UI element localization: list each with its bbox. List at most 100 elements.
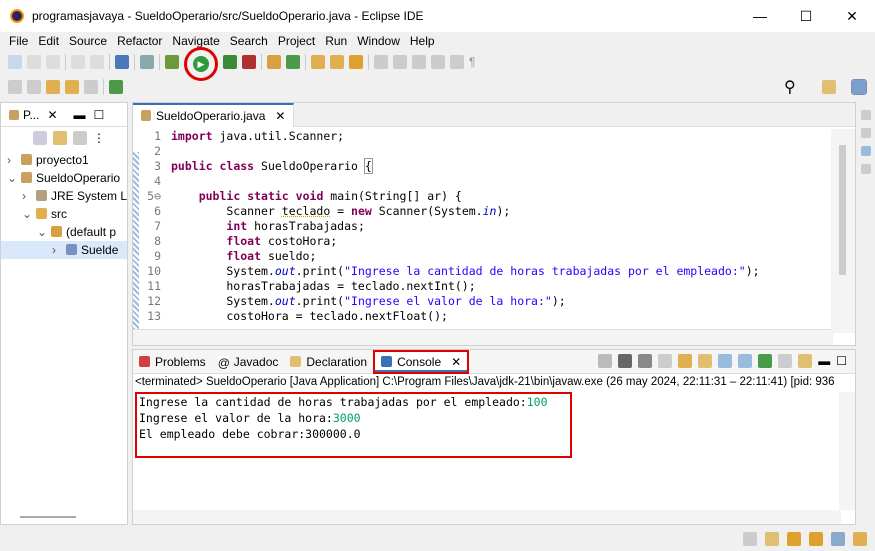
console-icon [381,356,393,367]
skip-breakpoints-icon[interactable] [140,55,154,69]
tree-item[interactable]: ⌄ src [1,205,127,223]
view-menu-icon[interactable]: ⋮ [93,131,105,145]
tree-item[interactable]: ⌄ SueldoOperario [1,169,127,187]
close-tab-icon[interactable]: ✕ [47,108,57,122]
expand-arrow-icon[interactable]: ⌄ [22,205,32,223]
bookmark-icon[interactable] [765,532,779,546]
prev-annotation-icon[interactable] [27,80,41,94]
menu-project[interactable]: Project [273,32,320,50]
expand-arrow-icon[interactable]: › [7,151,17,169]
scroll-lock-icon[interactable] [678,354,693,368]
console-horizontal-scrollbar[interactable] [133,510,841,524]
undo-icon[interactable] [71,55,85,69]
java-perspective-icon[interactable] [851,79,867,95]
menu-source[interactable]: Source [64,32,112,50]
search-icon[interactable]: ⚲ [784,77,796,97]
line-number: 12 [147,294,161,308]
marketplace-icon[interactable] [853,532,867,546]
menu-refactor[interactable]: Refactor [112,32,167,50]
menu-run[interactable]: Run [320,32,352,50]
tab-declaration[interactable]: Declaration [284,350,373,374]
tips-icon[interactable] [787,532,801,546]
tree-item[interactable]: › JRE System L [1,187,127,205]
tree-item[interactable]: › proyecto1 [1,151,127,169]
whitespace-icon[interactable]: ¶ [469,55,475,69]
expand-arrow-icon[interactable]: › [52,241,62,259]
tab-javadoc[interactable]: @ Javadoc [212,350,285,374]
maximize-icon[interactable]: ☐ [94,108,105,122]
terminate-icon[interactable] [598,354,613,368]
back-icon[interactable] [65,80,79,94]
console-vertical-scrollbar[interactable] [839,392,855,510]
word-wrap-icon[interactable] [450,55,464,69]
menu-help[interactable]: Help [405,32,440,50]
expand-arrow-icon[interactable]: ⌄ [7,169,17,187]
restore-icon[interactable] [861,110,871,120]
block-selection-icon[interactable] [431,55,445,69]
new-java-project-icon[interactable] [267,55,281,69]
minimize-icon[interactable]: ▬ [818,354,830,368]
task-list-icon[interactable] [861,146,871,156]
restore2-icon[interactable] [861,164,871,174]
console-view-icon[interactable] [115,55,129,69]
save-icon[interactable] [27,55,41,69]
open-task-icon[interactable] [330,55,344,69]
toggle-icon[interactable] [412,55,426,69]
expand-arrow-icon[interactable]: ⌄ [37,223,47,241]
show-stdout-icon[interactable] [718,354,733,368]
coverage-icon[interactable] [223,55,237,69]
collapse-all-icon[interactable] [33,131,47,145]
debug-icon[interactable] [165,55,179,69]
globe-icon[interactable] [831,532,845,546]
external-tools-icon[interactable] [242,55,256,69]
wand-icon[interactable] [809,532,823,546]
minimize-button[interactable]: — [737,0,783,32]
link-editor-icon[interactable] [53,131,67,145]
remove-launch-icon[interactable] [618,354,633,368]
menu-search[interactable]: Search [225,32,273,50]
maximize-button[interactable]: ☐ [783,0,829,32]
code-editor[interactable]: 1 import java.util.Scanner; 2 3 public class… [133,129,759,324]
close-button[interactable]: ✕ [829,0,875,32]
outline-icon[interactable] [861,128,871,138]
search-tool-icon[interactable] [349,55,363,69]
menu-window[interactable]: Window [352,32,405,50]
clear-console-icon[interactable] [658,354,673,368]
display-console-icon[interactable] [778,354,793,368]
tab-problems[interactable]: Problems [133,350,212,374]
maximize-icon[interactable]: ☐ [836,354,847,368]
filter-icon[interactable] [73,131,87,145]
close-tab-icon[interactable]: ✕ [275,109,285,123]
tab-package-explorer[interactable]: P... [23,108,39,122]
tree-item[interactable]: › Suelde [1,241,127,259]
mark-occurrences-icon[interactable] [393,55,407,69]
pin-editor-icon[interactable] [109,80,123,94]
console-output[interactable]: Ingrese la cantidad de horas trabajadas … [135,392,572,458]
redo-icon[interactable] [90,55,104,69]
menu-file[interactable]: File [4,32,33,50]
forward-icon[interactable] [84,80,98,94]
show-stderr-icon[interactable] [738,354,753,368]
open-console-icon[interactable] [798,354,813,368]
next-annotation-icon[interactable] [8,80,22,94]
open-type-icon[interactable] [311,55,325,69]
menu-edit[interactable]: Edit [33,32,64,50]
tab-editor-file[interactable]: SueldoOperario.java [156,109,265,123]
last-edit-icon[interactable] [46,80,60,94]
vertical-scrollbar[interactable] [831,129,855,333]
pin-console-icon[interactable] [758,354,773,368]
expand-arrow-icon[interactable]: › [22,187,32,205]
new-icon[interactable] [8,55,22,69]
tree-item[interactable]: ⌄ (default p [1,223,127,241]
open-perspective-icon[interactable] [822,80,836,94]
close-tab-icon[interactable]: ✕ [451,355,461,369]
horizontal-scrollbar[interactable] [133,329,833,345]
minimize-icon[interactable]: ▬ [74,108,86,122]
remove-all-icon[interactable] [638,354,653,368]
new-class-icon[interactable] [286,55,300,69]
save-all-icon[interactable] [46,55,60,69]
word-wrap-icon[interactable] [698,354,713,368]
updates-icon[interactable] [743,532,757,546]
annotation-icon[interactable] [374,55,388,69]
tab-console[interactable]: Console ✕ [373,350,470,374]
